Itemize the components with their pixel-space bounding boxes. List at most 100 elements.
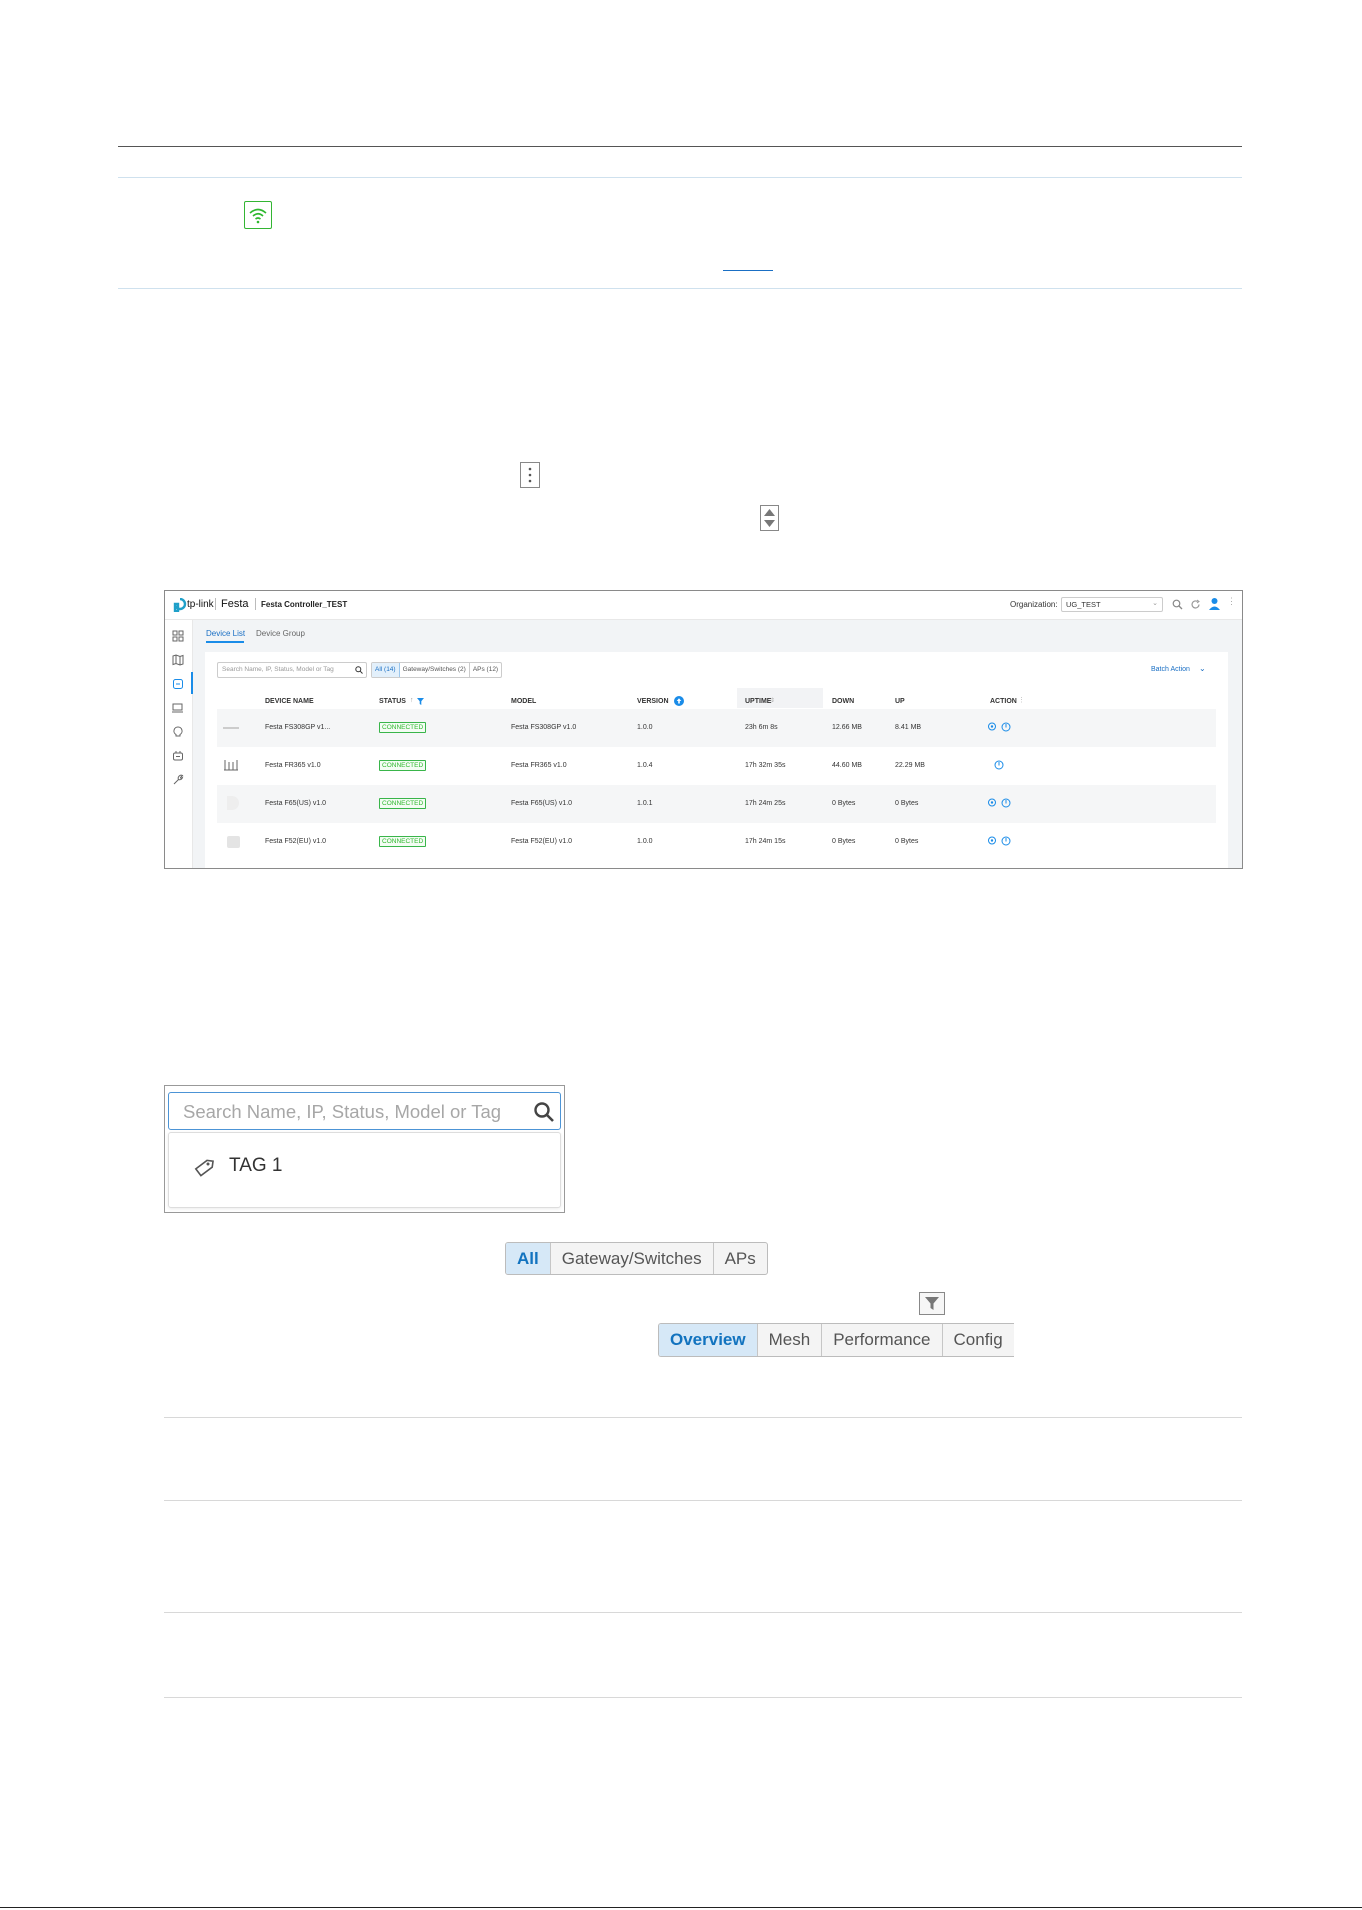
top-rule xyxy=(118,146,1242,147)
top-bar: tp-link Festa Festa Controller_TEST Orga… xyxy=(165,591,1242,620)
tab-overview[interactable]: Overview xyxy=(659,1324,757,1356)
footer-rule xyxy=(0,1907,1362,1908)
org-select[interactable]: UG_TEST ⌄ xyxy=(1061,597,1163,612)
note-box-bottom xyxy=(118,288,1242,289)
col-up: UP xyxy=(895,698,905,705)
statistics-icon[interactable] xyxy=(172,750,184,762)
device-model: Festa FS308GP v1.0 xyxy=(511,724,577,731)
device-down: 44.60 MB xyxy=(832,762,862,769)
refresh-icon[interactable] xyxy=(1190,599,1201,610)
devices-icon[interactable] xyxy=(172,678,184,690)
filter-aps[interactable]: APs (12) xyxy=(470,663,501,677)
device-uptime: 17h 32m 35s xyxy=(745,762,786,769)
zoom-search-placeholder: Search Name, IP, Status, Model or Tag xyxy=(183,1101,502,1122)
reboot-icon[interactable] xyxy=(1001,836,1011,846)
product-name: Festa xyxy=(221,598,249,610)
device-uptime: 17h 24m 25s xyxy=(745,800,786,807)
device-down: 0 Bytes xyxy=(832,838,856,845)
org-label: Organization: xyxy=(1010,600,1058,609)
locate-icon[interactable] xyxy=(987,722,997,732)
sort-icon xyxy=(760,505,779,531)
locate-icon[interactable] xyxy=(987,798,997,808)
device-version: 1.0.0 xyxy=(637,724,653,731)
device-model: Festa FR365 v1.0 xyxy=(511,762,567,769)
search-icon xyxy=(355,666,363,674)
batch-action-button[interactable]: Batch Action xyxy=(1151,666,1190,673)
tag-option[interactable]: TAG 1 xyxy=(229,1155,283,1177)
filter-gateway-switches-button[interactable]: Gateway/Switches xyxy=(549,1243,713,1274)
router-device-icon xyxy=(224,760,238,771)
device-up: 0 Bytes xyxy=(895,838,919,845)
tab-device-list[interactable]: Device List xyxy=(206,629,245,638)
dashboard-icon[interactable] xyxy=(172,630,184,642)
sidebar xyxy=(165,620,193,868)
table-rule xyxy=(164,1612,1242,1613)
zoom-search-input[interactable]: Search Name, IP, Status, Model or Tag xyxy=(168,1092,561,1130)
reboot-icon[interactable] xyxy=(994,760,1004,770)
ceiling-ap-icon xyxy=(227,796,239,810)
controller-name: Festa Controller_TEST xyxy=(261,600,348,609)
table-row[interactable]: Festa FR365 v1.0 CONNECTED Festa FR365 v… xyxy=(217,747,1216,785)
menu-more-icon[interactable]: ⋮ xyxy=(1227,597,1236,606)
col-uptime[interactable]: UPTIME xyxy=(745,698,771,705)
filter-all[interactable]: All (14) xyxy=(372,663,400,677)
wifi-icon xyxy=(244,201,272,229)
col-status[interactable]: STATUS xyxy=(379,698,406,705)
device-uptime: 17h 24m 15s xyxy=(745,838,786,845)
search-icon[interactable] xyxy=(1172,599,1183,610)
filter-all-button[interactable]: All xyxy=(506,1243,550,1274)
device-name[interactable]: Festa F65(US) v1.0 xyxy=(265,800,326,807)
sort-arrow-icon: ↑ xyxy=(410,697,414,704)
search-box[interactable]: Search Name, IP, Status, Model or Tag xyxy=(217,662,367,678)
table-rule xyxy=(164,1417,1242,1418)
device-name[interactable]: Festa F52(EU) v1.0 xyxy=(265,838,326,845)
locate-icon[interactable] xyxy=(987,836,997,846)
insight-icon[interactable] xyxy=(172,726,184,738)
tab-performance[interactable]: Performance xyxy=(821,1324,941,1356)
filter-icon[interactable] xyxy=(417,698,424,705)
status-badge: CONNECTED xyxy=(379,760,427,771)
column-settings-icon[interactable]: ⋮ xyxy=(1018,696,1025,704)
tab-active-underline xyxy=(206,641,244,643)
tab-mesh[interactable]: Mesh xyxy=(756,1324,822,1356)
tools-icon[interactable] xyxy=(172,774,184,786)
filter-aps-button[interactable]: APs xyxy=(712,1243,767,1274)
org-select-value: UG_TEST xyxy=(1066,600,1101,609)
zoom-detail-tabs: Overview Mesh Performance Config xyxy=(658,1323,1014,1357)
device-card: Search Name, IP, Status, Model or Tag Al… xyxy=(205,652,1228,868)
filter-gateway-switches[interactable]: Gateway/Switches (2) xyxy=(400,663,470,677)
status-badge: CONNECTED xyxy=(379,798,427,809)
search-zoom-frame: Search Name, IP, Status, Model or Tag TA… xyxy=(164,1085,565,1213)
table-rule xyxy=(164,1500,1242,1501)
device-up: 0 Bytes xyxy=(895,800,919,807)
table-row[interactable]: Festa F65(US) v1.0 CONNECTED Festa F65(U… xyxy=(217,785,1216,823)
tab-config[interactable]: Config xyxy=(941,1324,1014,1356)
col-action: ACTION xyxy=(990,698,1017,705)
link-underline[interactable] xyxy=(723,270,773,271)
avatar-icon[interactable] xyxy=(1208,597,1221,611)
device-up: 22.29 MB xyxy=(895,762,925,769)
chevron-down-icon[interactable]: ⌄ xyxy=(1199,664,1206,673)
device-version: 1.0.0 xyxy=(637,838,653,845)
map-icon[interactable] xyxy=(172,654,184,666)
brand-text: tp-link xyxy=(187,599,214,610)
wall-ap-icon xyxy=(227,836,240,848)
device-name[interactable]: Festa FR365 v1.0 xyxy=(265,762,321,769)
upgrade-icon[interactable] xyxy=(674,696,684,706)
table-row[interactable]: Festa F52(EU) v1.0 CONNECTED Festa F52(E… xyxy=(217,823,1216,861)
tplink-logo-icon xyxy=(173,598,187,612)
tab-device-group[interactable]: Device Group xyxy=(256,629,305,638)
device-version: 1.0.1 xyxy=(637,800,653,807)
device-uptime: 23h 6m 8s xyxy=(745,724,778,731)
reboot-icon[interactable] xyxy=(1001,722,1011,732)
device-name[interactable]: Festa FS308GP v1... xyxy=(265,724,330,731)
device-list-screenshot: tp-link Festa Festa Controller_TEST Orga… xyxy=(164,590,1243,869)
device-model: Festa F52(EU) v1.0 xyxy=(511,838,573,845)
reboot-icon[interactable] xyxy=(1001,798,1011,808)
clients-icon[interactable] xyxy=(172,702,184,714)
device-down: 0 Bytes xyxy=(832,800,856,807)
search-placeholder: Search Name, IP, Status, Model or Tag xyxy=(222,666,334,673)
search-icon[interactable] xyxy=(533,1101,555,1123)
table-row[interactable]: Festa FS308GP v1... CONNECTED Festa FS30… xyxy=(217,709,1216,747)
device-down: 12.66 MB xyxy=(832,724,862,731)
